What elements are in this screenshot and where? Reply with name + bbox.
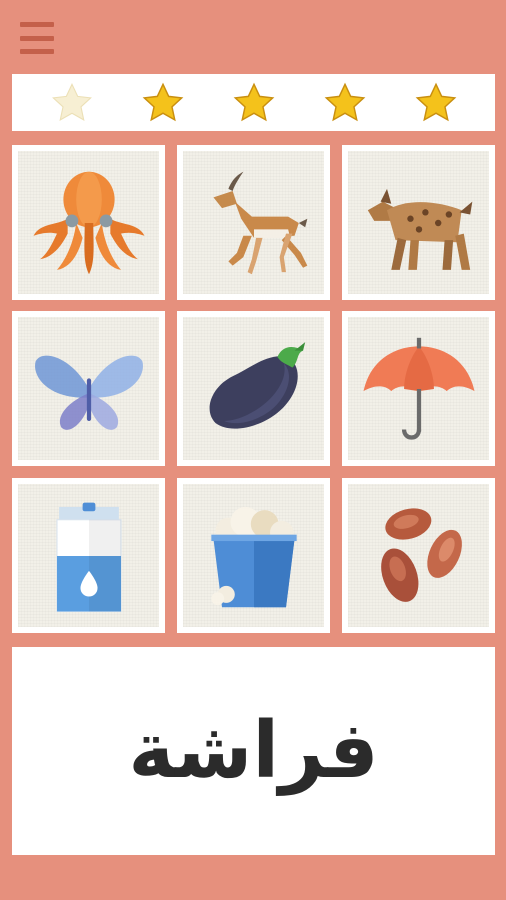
- butterfly-icon: [34, 355, 143, 430]
- octopus-icon: [33, 171, 144, 274]
- target-word: فراشة: [128, 706, 379, 796]
- tile-eggplant[interactable]: [177, 311, 330, 466]
- star-rating-bar: [12, 74, 495, 131]
- milk-carton-icon: [55, 502, 122, 612]
- gazelle-icon: [212, 171, 307, 274]
- hamburger-menu-icon[interactable]: [20, 22, 54, 54]
- word-panel: فراشة: [12, 647, 495, 855]
- star-icon: [233, 82, 274, 121]
- picture-grid: [12, 145, 495, 635]
- tile-hyena[interactable]: [342, 145, 495, 300]
- beans-icon: [380, 507, 462, 602]
- star-icon: [324, 82, 365, 121]
- eggplant-icon: [209, 341, 305, 429]
- star-icon: [142, 82, 183, 121]
- tile-beans[interactable]: [342, 478, 495, 633]
- tile-gazelle[interactable]: [177, 145, 330, 300]
- popcorn-bucket-icon: [210, 506, 297, 607]
- umbrella-icon: [363, 337, 474, 440]
- hyena-icon: [367, 188, 472, 270]
- star-icon: [51, 82, 92, 121]
- tile-octopus[interactable]: [12, 145, 165, 300]
- tile-butterfly[interactable]: [12, 311, 165, 466]
- tile-umbrella[interactable]: [342, 311, 495, 466]
- star-icon: [415, 82, 456, 121]
- tile-milk[interactable]: [12, 478, 165, 633]
- tile-popcorn[interactable]: [177, 478, 330, 633]
